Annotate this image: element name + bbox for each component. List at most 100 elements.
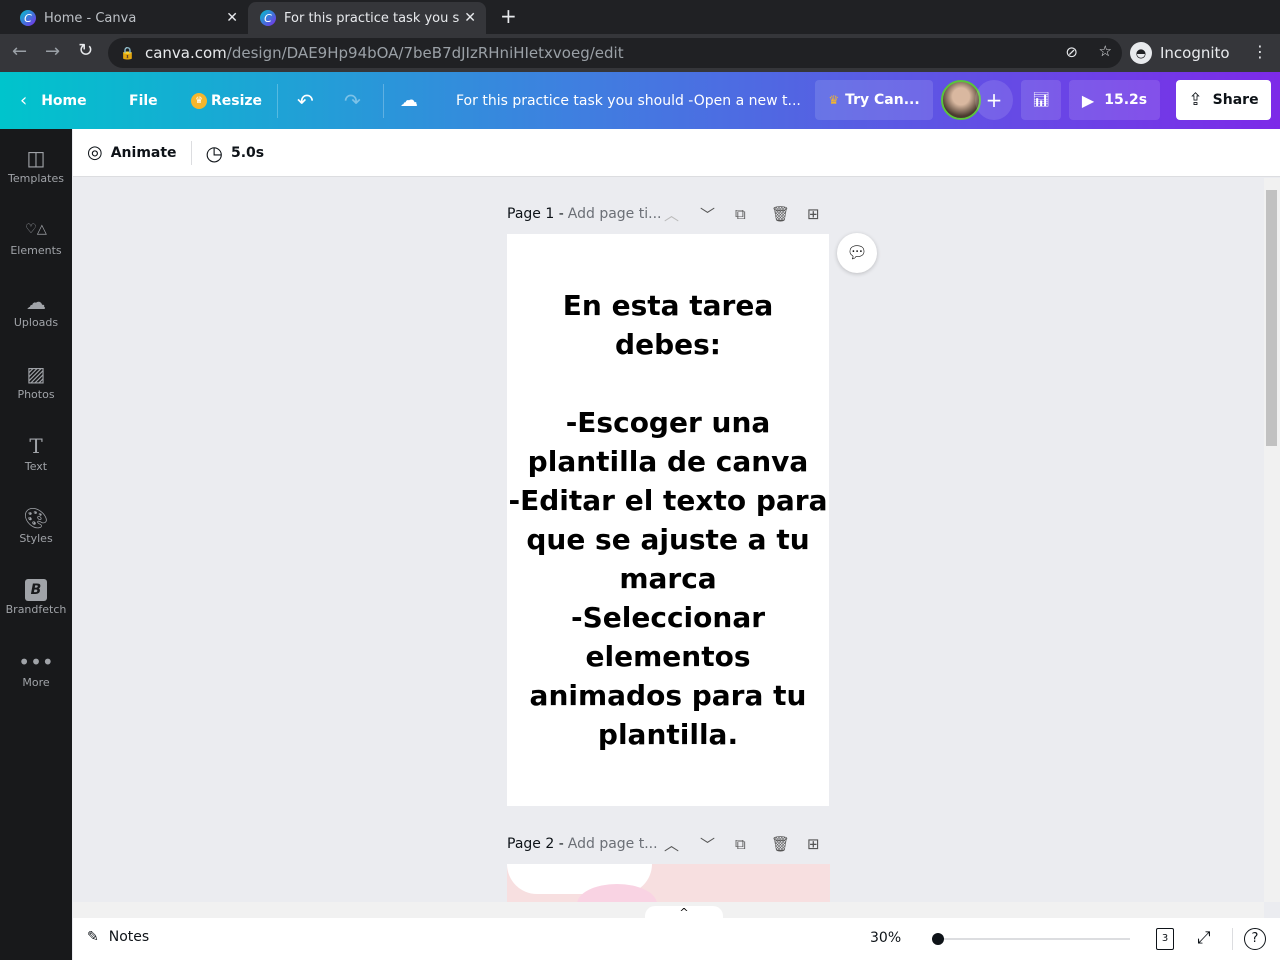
home-label: Home [41,92,87,109]
url-path: /design/DAE9Hp94bOA/7beB7dJIzRHniHIetxvo… [226,44,624,62]
sidebar-item-elements[interactable]: ♡△ Elements [0,201,72,273]
undo-icon[interactable]: ↶ [297,72,314,129]
photos-icon: ▨ [26,361,46,386]
sidebar-label: Uploads [13,315,59,329]
page-title-input[interactable]: Add page t... [568,836,658,852]
divider [1232,928,1233,950]
zoom-slider[interactable] [932,933,1130,945]
try-canva-pro-button[interactable]: ♛ Try Can... [815,80,933,120]
styles-icon: 🎨︎ [23,505,49,530]
animate-label: Animate [110,144,177,161]
page-1-canvas[interactable]: En esta tarea debes: -Escoger una planti… [507,234,829,806]
add-collaborator-button[interactable]: + [975,80,1013,120]
tab-title: For this practice task you s [284,10,459,26]
url-input[interactable]: 🔒 canva.com/design/DAE9Hp94bOA/7beB7dJIzR… [108,38,1122,68]
delete-page-icon[interactable]: 🗑︎ [771,205,790,223]
scrollbar-thumb[interactable] [1266,190,1277,446]
home-button[interactable]: ‹ Home [20,72,87,129]
context-toolbar: ◎ Animate ◷ 5.0s [73,129,1280,177]
reload-icon[interactable]: ↻ [78,40,93,61]
divider [383,84,384,118]
notes-button[interactable]: ✎ Notes [87,929,149,945]
zoom-slider-handle[interactable] [932,933,944,945]
sidebar-label: Elements [10,243,62,257]
sidebar-label: More [22,675,50,689]
uploads-icon: ☁ [26,289,46,314]
chevron-left-icon: ‹ [20,90,28,111]
design-title[interactable]: For this practice task you should -Open … [456,72,801,129]
lock-icon: 🔒 [120,46,135,60]
try-label: Try Can... [845,92,920,108]
help-icon[interactable]: ? [1244,928,1266,950]
play-duration: 15.2s [1104,92,1148,108]
star-icon[interactable]: ☆ [1099,42,1112,60]
sidebar-item-templates[interactable]: ◫ Templates [0,129,72,201]
duplicate-page-icon[interactable]: ⧉ [735,835,746,853]
sidebar-label: Styles [19,531,53,545]
insights-icon[interactable]: 📊︎ [1021,80,1061,120]
forward-icon[interactable]: → [45,41,60,62]
page-title-input[interactable]: Add page ti... [568,206,662,222]
delete-page-icon[interactable]: 🗑︎ [771,835,790,853]
page-count: 3 [1161,933,1169,944]
eye-off-icon[interactable]: ⊘ [1065,43,1078,61]
close-tab-icon[interactable]: ✕ [226,10,238,26]
notes-icon: ✎ [87,929,99,945]
sidebar-item-styles[interactable]: 🎨︎ Styles [0,489,72,561]
page-1-header: Page 1 - Add page ti... ︿ ﹀ ⧉ 🗑︎ ⊞ [507,204,837,224]
add-comment-button[interactable]: 💬︎ [837,233,877,273]
sidebar-item-photos[interactable]: ▨ Photos [0,345,72,417]
file-menu-button[interactable]: File [129,72,158,129]
move-down-icon[interactable]: ﹀ [700,834,715,855]
add-page-icon[interactable]: ⊞ [807,205,820,223]
canva-favicon-icon: C [20,10,36,26]
side-panel: ◫ Templates ♡△ Elements ☁ Uploads ▨ Photos T… [0,129,72,960]
page-count-button[interactable]: 3 [1156,928,1174,950]
page-2-canvas[interactable] [507,864,830,902]
vertical-scrollbar[interactable] [1264,178,1280,902]
move-up-icon[interactable]: ︿ [664,204,679,225]
cloud-saved-icon[interactable]: ☁ [400,72,418,129]
new-tab-button[interactable]: + [500,4,517,28]
present-button[interactable]: ▶ 15.2s [1069,80,1160,120]
sidebar-item-brandfetch[interactable]: B Brandfetch [0,561,72,633]
zoom-percent[interactable]: 30% [870,930,901,946]
tab-home-canva[interactable]: C Home - Canva ✕ [8,2,248,34]
brandfetch-icon: B [25,578,47,601]
animate-button[interactable]: ◎ Animate [87,142,177,163]
sidebar-item-uploads[interactable]: ☁ Uploads [0,273,72,345]
move-down-icon[interactable]: ﹀ [700,204,715,225]
url-host: canva.com [144,44,227,62]
address-bar-row: ← → ↻ 🔒 canva.com/design/DAE9Hp94bOA/7beB… [0,34,1280,72]
divider [190,140,192,165]
sidebar-item-text[interactable]: T Text [0,417,72,489]
page-2-header: Page 2 - Add page t... ︿ ﹀ ⧉ 🗑︎ ⊞ [507,834,837,854]
divider [277,84,278,118]
back-icon[interactable]: ← [12,41,27,62]
add-page-icon[interactable]: ⊞ [807,835,820,853]
sidebar-item-more[interactable]: ••• More [0,633,72,705]
page-1-text[interactable]: En esta tarea debes: -Escoger una planti… [507,286,829,754]
page-label: Page 2 - [507,836,564,852]
sidebar-label: Photos [17,387,55,401]
close-tab-icon[interactable]: ✕ [464,10,476,26]
resize-label: Resize [211,92,263,109]
resize-button[interactable]: ♛ Resize [191,72,262,129]
incognito-badge[interactable]: ◓ Incognito [1130,38,1230,68]
browser-menu-icon[interactable]: ⋮ [1252,42,1268,61]
page-label: Page 1 - [507,206,564,222]
redo-icon[interactable]: ↷ [344,72,361,129]
share-label: Share [1212,92,1259,108]
share-button[interactable]: ⇪ Share [1176,80,1271,120]
play-icon: ▶ [1081,90,1095,110]
move-up-icon[interactable]: ︿ [664,834,679,855]
more-icon: ••• [18,649,54,674]
tab-title: Home - Canva [44,10,137,26]
elements-icon: ♡△ [25,221,47,237]
text-icon: T [29,433,43,458]
duplicate-page-icon[interactable]: ⧉ [735,205,746,223]
crown-icon: ♛ [191,92,207,109]
fullscreen-icon[interactable]: ⤢ [1197,928,1211,948]
tab-design[interactable]: C For this practice task you s ✕ [248,2,486,34]
duration-button[interactable]: ◷ 5.0s [206,141,265,165]
